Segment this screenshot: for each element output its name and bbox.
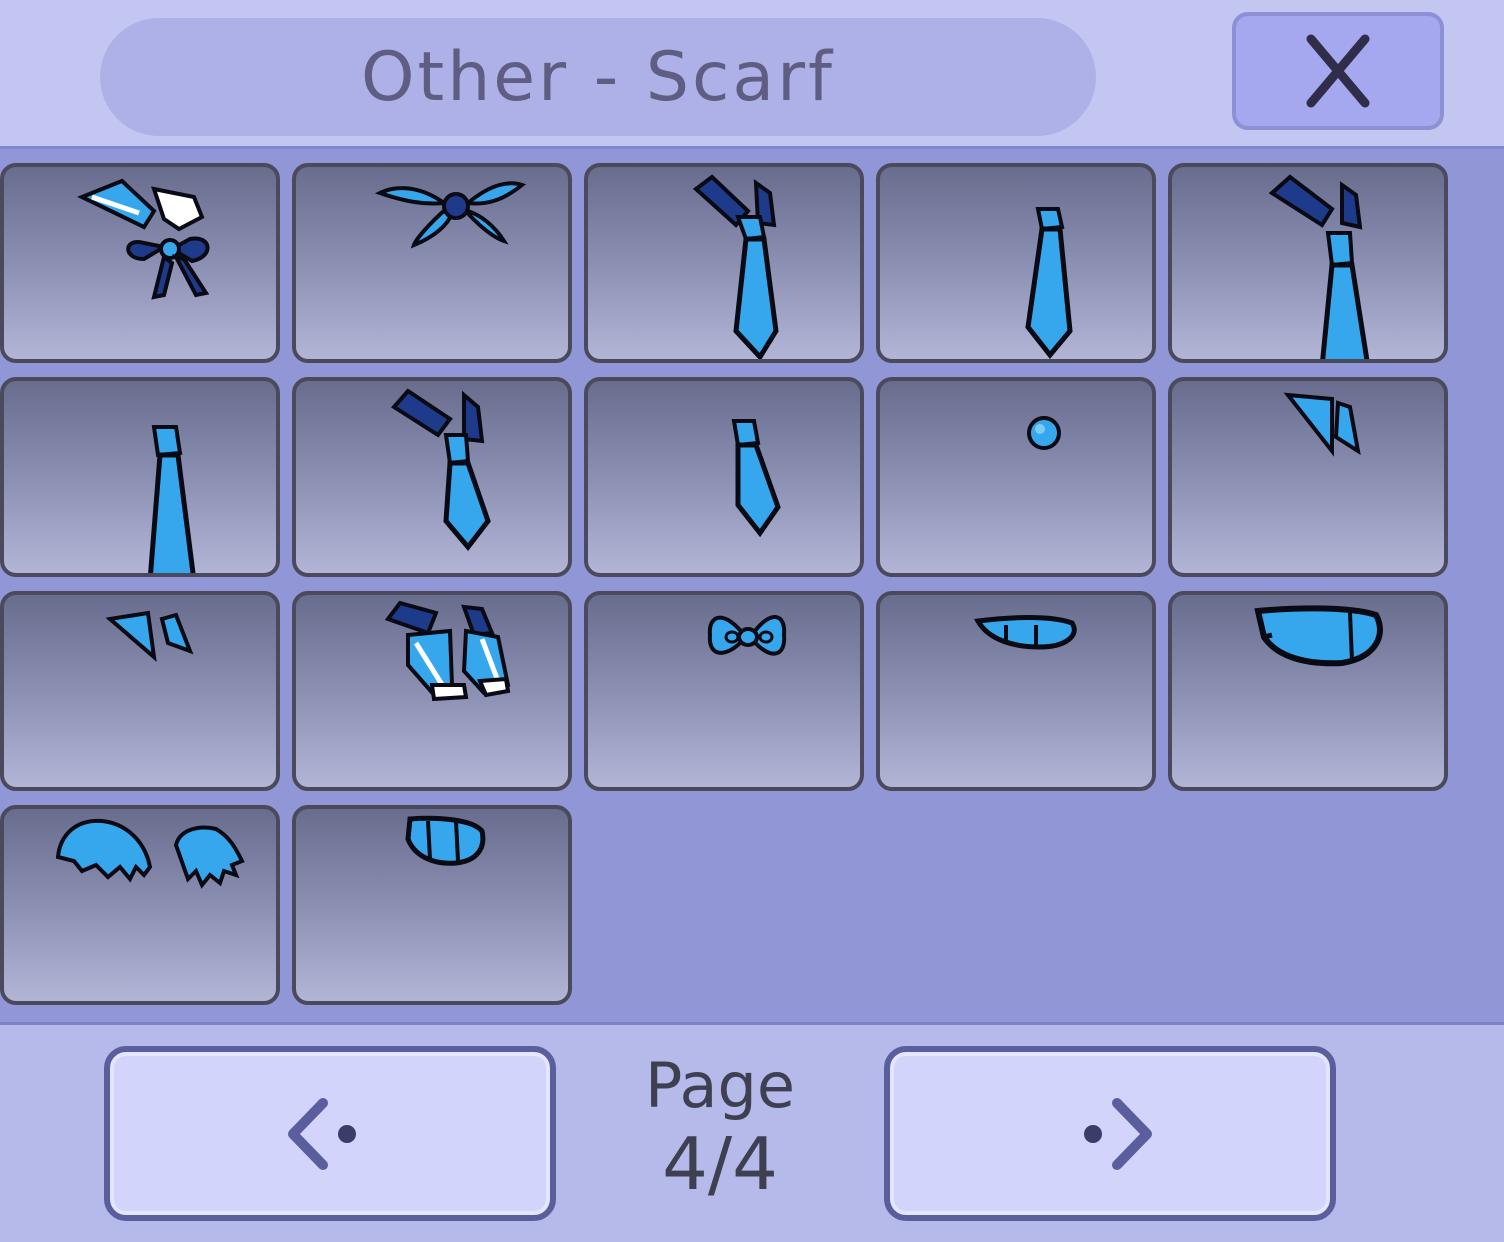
grid-item-button[interactable] bbox=[876, 377, 1156, 577]
button-icon bbox=[1027, 416, 1061, 450]
thin-band-scarf-icon bbox=[974, 615, 1077, 650]
previous-page-button[interactable] bbox=[104, 1046, 556, 1221]
grid-item-small-band-scarf[interactable] bbox=[292, 805, 572, 1005]
page-number: 4/4 bbox=[662, 1122, 778, 1206]
short-necktie-icon bbox=[731, 419, 781, 538]
grid-item-bowtie[interactable] bbox=[584, 591, 864, 791]
small-collar-icon bbox=[105, 610, 194, 662]
grid-item-sailor-bow[interactable] bbox=[292, 591, 572, 791]
sailor-bow-icon bbox=[384, 600, 511, 702]
next-page-button[interactable] bbox=[884, 1046, 1336, 1221]
close-icon bbox=[1306, 34, 1370, 108]
grid-item-long-necktie[interactable] bbox=[0, 377, 280, 577]
flower-scarf-icon bbox=[374, 181, 527, 249]
grid-item-small-collar[interactable] bbox=[0, 591, 280, 791]
title-pill: Other - Scarf bbox=[100, 18, 1096, 136]
wide-band-scarf-icon bbox=[1254, 605, 1383, 667]
bowtie-icon bbox=[707, 615, 787, 656]
grid-item-collar-long-necktie[interactable] bbox=[1168, 163, 1448, 363]
item-grid bbox=[0, 149, 1504, 1025]
page-title: Other - Scarf bbox=[361, 37, 835, 117]
collar-short-necktie-icon bbox=[390, 388, 491, 551]
grid-item-collar-necktie[interactable] bbox=[584, 163, 864, 363]
collar-flap-icon bbox=[1283, 392, 1361, 457]
grid-item-flower-scarf[interactable] bbox=[292, 163, 572, 363]
grid-item-fur-collar[interactable] bbox=[0, 805, 280, 1005]
grid-item-wide-band-scarf[interactable] bbox=[1168, 591, 1448, 791]
sailor-scarf-icon bbox=[77, 178, 210, 300]
grid-item-thin-band-scarf[interactable] bbox=[876, 591, 1156, 791]
close-button[interactable] bbox=[1232, 12, 1444, 130]
collar-long-necktie-icon bbox=[1268, 174, 1370, 359]
long-necktie-icon bbox=[148, 425, 196, 573]
collar-necktie-icon bbox=[692, 174, 779, 359]
page-indicator: Page 4/4 bbox=[600, 1049, 840, 1207]
small-band-scarf-icon bbox=[405, 815, 486, 866]
header-bar: Other - Scarf bbox=[0, 0, 1504, 149]
grid-item-collar-flap[interactable] bbox=[1168, 377, 1448, 577]
grid-item-collar-short-necktie[interactable] bbox=[292, 377, 572, 577]
grid-item-necktie[interactable] bbox=[876, 163, 1156, 363]
chevron-left-icon bbox=[288, 1097, 356, 1170]
grid-item-sailor-scarf[interactable] bbox=[0, 163, 280, 363]
chevron-right-icon bbox=[1084, 1097, 1152, 1170]
grid-item-short-necktie[interactable] bbox=[584, 377, 864, 577]
fur-collar-icon bbox=[55, 818, 245, 889]
necktie-icon bbox=[1025, 207, 1073, 359]
page-label: Page bbox=[644, 1049, 796, 1122]
